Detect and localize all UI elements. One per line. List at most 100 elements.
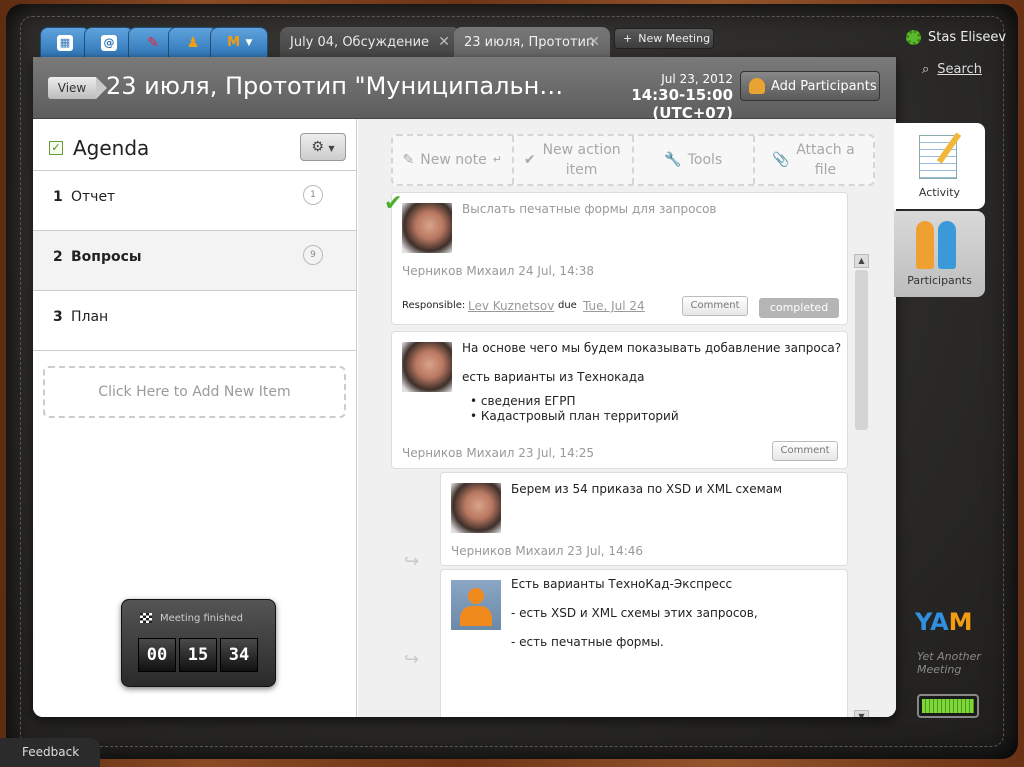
feed-scrollbar[interactable]: ▲ ▼ [854,254,869,717]
meeting-time: 14:30-15:00 (UTC+07) [631,86,733,122]
new-meeting-button[interactable]: + New Meeting [614,28,714,49]
reply-text: - есть печатные формы. [511,635,664,649]
meeting-panel: View 23 июля, Прототип "Муниципальные...… [33,57,896,717]
post-meta: Черников Михаил 24 Jul, 14:38 [402,264,595,278]
tagline-line: Meeting [917,663,962,676]
reply-text: Есть варианты ТехноКад-Экспресс [511,577,733,591]
list-item: • Кадастровый план территорий [470,409,679,423]
search-label: Search [937,62,982,77]
scroll-thumb[interactable] [855,270,868,430]
view-button[interactable]: View [48,77,107,99]
attach-file-label: Attach a file [796,142,855,178]
participant-figure [916,221,934,269]
tab-meeting-july23[interactable]: 23 июля, Прототип ✕ [454,27,610,57]
close-icon[interactable]: ✕ [438,34,450,50]
agenda-settings-button[interactable]: ⚙ ▼ [300,133,346,161]
search-icon: ⌕ [922,62,930,77]
attach-file-button[interactable]: 📎 Attach a file [755,136,874,184]
search-link[interactable]: ⌕ Search [922,62,982,77]
paperclip-icon: 📎 [772,152,790,168]
feedback-button[interactable]: Feedback [0,738,100,767]
close-icon[interactable]: ✕ [588,34,600,50]
participant-figure [938,221,956,269]
agenda-item-label: План [71,309,109,325]
tab-activity[interactable]: Activity [894,123,985,209]
timer-label: Meeting finished [160,613,243,624]
status-badge[interactable]: completed [759,298,839,318]
meeting-datetime: Jul 23, 2012 14:30-15:00 (UTC+07) [583,72,733,122]
agenda-item[interactable]: 2 Вопросы 9 [33,231,356,291]
comment-button[interactable]: Comment [682,296,748,316]
reply-arrow-icon: ↪ [404,551,420,572]
list-item-text: Кадастровый план территорий [480,409,679,423]
avatar [451,580,501,630]
comment-button[interactable]: Comment [772,441,838,461]
avatar-body [460,606,492,626]
reply-card: Берем из 54 приказа по XSD и XML схемам … [440,472,848,566]
check-icon: ✔ [523,152,536,168]
battery-indicator [917,694,979,718]
battery-fill [922,699,974,713]
enter-icon: ↵ [492,153,502,166]
calendar-tab[interactable]: ▦ [40,27,90,57]
plus-icon: + [623,32,633,45]
scroll-up-icon[interactable]: ▲ [854,254,869,268]
agenda-item-number: 3 [53,309,63,325]
agenda-item-number: 1 [53,189,63,205]
gear-icon: ⚙ [311,139,324,155]
new-meeting-label: New Meeting [638,32,711,45]
new-action-item-button[interactable]: ✔ New action item [514,136,634,184]
avatar [451,483,501,533]
mail-tab[interactable]: @ [84,27,134,57]
reply-text: - есть XSD и XML схемы этих запросов, [511,606,758,620]
avatar [402,342,452,392]
tools-button[interactable]: 🔧 Tools [634,136,755,184]
timer-seconds: 34 [220,638,258,672]
avatar [402,203,452,253]
agenda-item-label: Отчет [71,189,116,205]
list-item-text: сведения ЕГРП [480,394,576,408]
add-participants-button[interactable]: Add Participants [740,71,880,101]
tab-label: Activity [918,186,961,199]
tab-label: July 04, Обсуждение [290,34,430,50]
new-note-label: New note [420,152,487,168]
yam-menu-tab[interactable]: M ▼ [210,27,268,57]
user-menu[interactable]: Stas Eliseev [906,30,1006,45]
meeting-date: Jul 23, 2012 [661,72,733,86]
checkered-flag-icon [140,613,152,623]
add-person-icon [749,78,765,94]
tab-participants[interactable]: Participants [894,211,985,297]
scroll-down-icon[interactable]: ▼ [854,710,869,717]
reply-text: Берем из 54 приказа по XSD и XML схемам [511,482,783,496]
responsible-link[interactable]: Lev Kuznetsov [468,299,554,313]
add-agenda-item-button[interactable]: Click Here to Add New Item [43,366,346,418]
mail-icon: @ [101,34,117,51]
due-label: due [558,300,577,311]
add-participants-label: Add Participants [771,78,877,94]
people-icon: ♟ [186,34,200,51]
note-text: есть варианты из Технокада [462,370,645,384]
tab-label: Participants [907,274,972,287]
tab-meeting-july04[interactable]: July 04, Обсуждение ✕ [280,27,460,57]
agenda-item[interactable]: 1 Отчет 1 [33,171,356,231]
responsible-label: Responsible: [402,300,466,311]
agenda-header: ✓ Agenda ⚙ ▼ [33,119,356,171]
action-item-text: Выслать печатные формы для запросов [462,202,717,216]
new-note-button[interactable]: ✎ New note ↵ [393,136,514,184]
agenda-item[interactable]: 3 План [33,291,356,351]
calendar-icon: ▦ [57,34,73,51]
user-name: Stas Eliseev [928,30,1007,45]
agenda-panel: ✓ Agenda ⚙ ▼ 1 Отчет 1 2 Вопросы 9 3 Пла… [33,119,357,717]
checklist-icon: ✓ [49,141,63,155]
pencil-icon: ✎ [402,152,415,168]
new-action-item-label: New action item [542,142,621,178]
reply-arrow-icon: ↪ [404,649,420,670]
logo-text: YA [915,608,949,636]
gear-icon [906,30,921,45]
post-meta: Черников Михаил 23 Jul, 14:46 [451,544,644,558]
due-date-link[interactable]: Tue, Jul 24 [583,299,645,313]
tagline-line: Yet Another [917,650,981,663]
agenda-item-label: Вопросы [71,249,142,265]
avatar-head [468,588,484,604]
agenda-item-count: 1 [303,185,323,205]
